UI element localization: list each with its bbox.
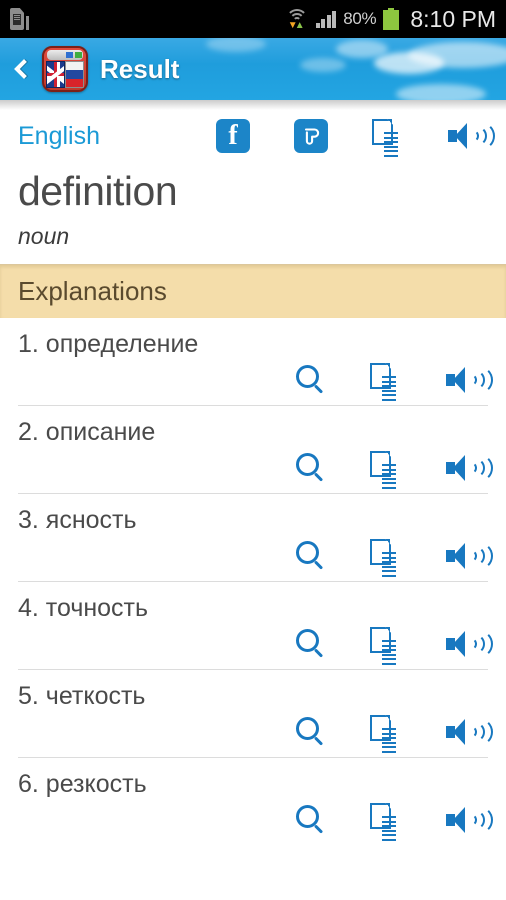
list-item-actions <box>0 359 506 405</box>
list-item-actions <box>0 623 506 669</box>
copy-icon[interactable] <box>370 451 402 489</box>
speaker-icon[interactable] <box>448 121 495 151</box>
list-item[interactable]: 4. точность <box>0 582 506 670</box>
copy-icon[interactable] <box>370 363 402 401</box>
source-language-label[interactable]: English <box>18 122 100 151</box>
cellular-signal-icon <box>315 10 337 28</box>
status-bar-right: ▼ ▲ 80% 8:10 PM <box>285 6 496 33</box>
copy-icon[interactable] <box>372 119 404 157</box>
search-icon[interactable] <box>296 629 326 659</box>
part-of-speech: noun <box>18 223 70 249</box>
list-item-label: 6. резкость <box>18 770 147 798</box>
list-item[interactable]: 5. четкость <box>0 670 506 758</box>
speaker-icon[interactable] <box>446 453 493 483</box>
speaker-icon[interactable] <box>446 717 493 747</box>
action-row: English f <box>0 106 506 166</box>
list-item-label: 5. четкость <box>18 682 146 710</box>
wifi-icon: ▼ ▲ <box>285 8 309 31</box>
sim-card-alert-icon <box>10 8 29 30</box>
dictionary-app-icon <box>42 46 88 92</box>
status-bar-left <box>10 8 285 30</box>
back-button[interactable] <box>0 38 42 100</box>
search-icon[interactable] <box>296 365 326 395</box>
facebook-icon[interactable]: f <box>216 119 250 153</box>
copy-icon[interactable] <box>370 539 402 577</box>
list-item-label: 1. определение <box>18 330 199 358</box>
list-item-actions <box>0 535 506 581</box>
search-icon[interactable] <box>296 805 326 835</box>
search-icon[interactable] <box>296 717 326 747</box>
app-root: ▼ ▲ 80% 8:10 PM Result English f definit… <box>0 0 506 900</box>
app-title-bar: Result <box>0 38 506 100</box>
list-item-actions <box>0 447 506 493</box>
list-item-actions <box>0 799 506 845</box>
list-item-label: 2. описание <box>18 418 156 446</box>
section-header-label: Explanations <box>18 276 167 306</box>
status-bar-clock: 8:10 PM <box>410 5 496 32</box>
speaker-icon[interactable] <box>446 365 493 395</box>
android-status-bar: ▼ ▲ 80% 8:10 PM <box>0 0 506 38</box>
explanations-list: 1. определение 2. описание 3. ясность 4.… <box>0 318 506 845</box>
battery-percent-label: 80% <box>343 9 377 28</box>
speaker-icon[interactable] <box>446 629 493 659</box>
search-icon[interactable] <box>296 453 326 483</box>
list-item-actions <box>0 711 506 757</box>
twitter-icon[interactable] <box>294 119 328 153</box>
facebook-glyph: f <box>228 120 238 151</box>
action-icon-group: f <box>216 119 495 157</box>
copy-icon[interactable] <box>370 803 402 841</box>
list-item[interactable]: 1. определение <box>0 318 506 406</box>
list-item-label: 4. точность <box>18 594 149 622</box>
list-item[interactable]: 3. ясность <box>0 494 506 582</box>
battery-icon <box>383 8 400 30</box>
list-item-label: 3. ясность <box>18 506 137 534</box>
speaker-icon[interactable] <box>446 541 493 571</box>
back-chevron-icon <box>13 59 34 79</box>
section-header-explanations: Explanations <box>0 264 506 318</box>
search-icon[interactable] <box>296 541 326 571</box>
copy-icon[interactable] <box>370 627 402 665</box>
list-item[interactable]: 2. описание <box>0 406 506 494</box>
list-item[interactable]: 6. резкость <box>0 758 506 845</box>
speaker-icon[interactable] <box>446 805 493 835</box>
page-title: Result <box>100 53 180 84</box>
headword: definition <box>18 168 178 214</box>
copy-icon[interactable] <box>370 715 402 753</box>
